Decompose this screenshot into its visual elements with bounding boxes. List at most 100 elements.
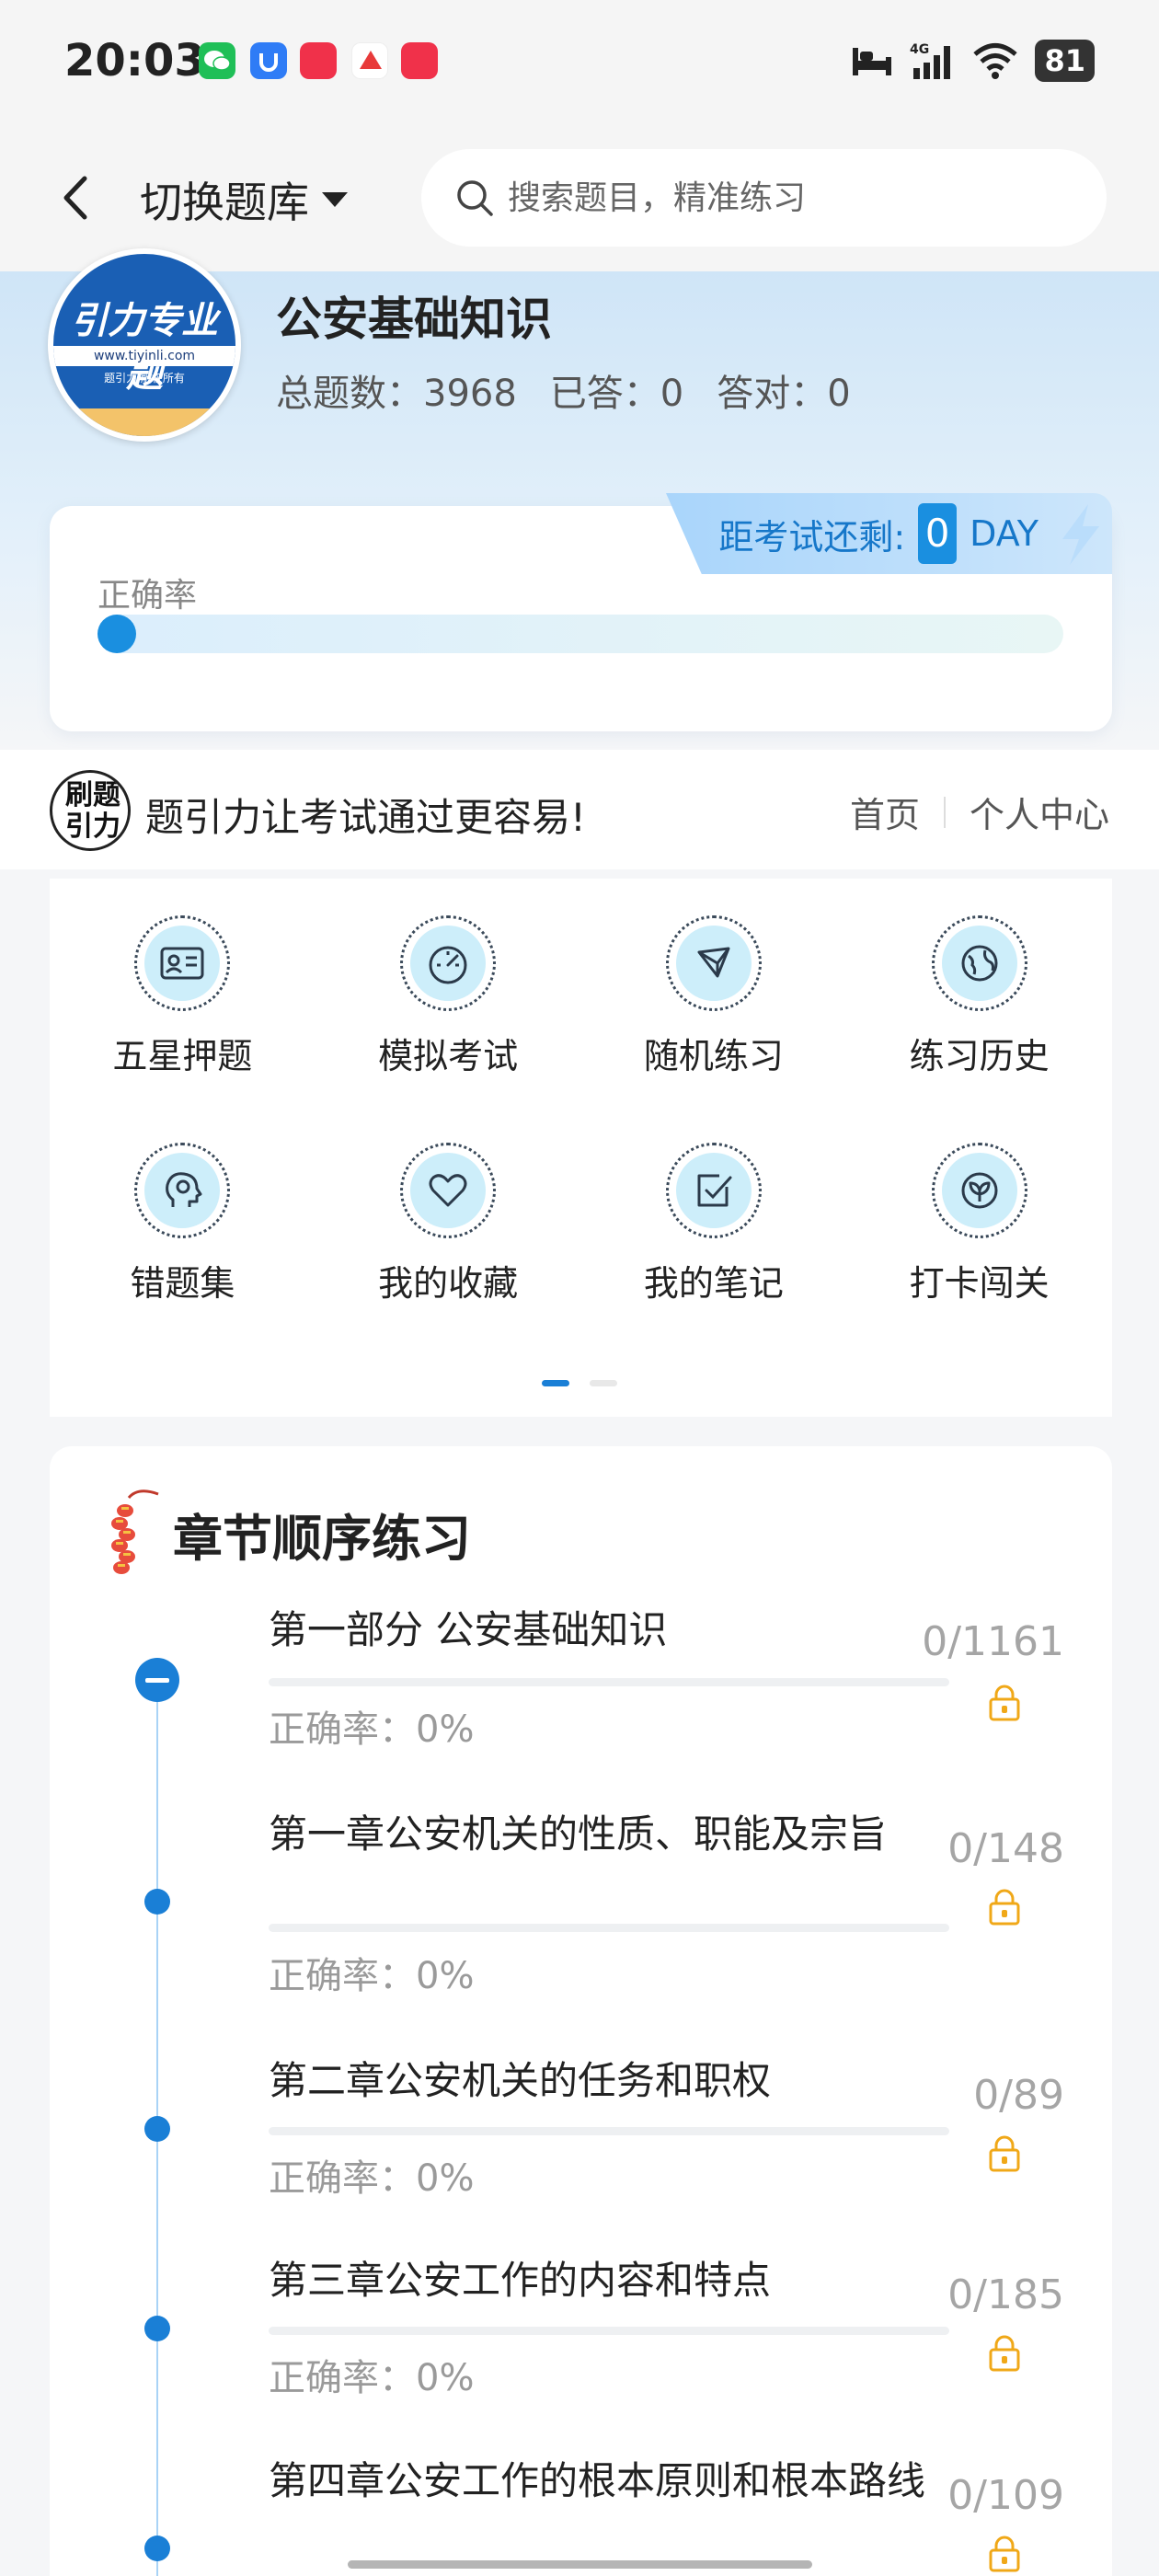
- menu-item-favorites[interactable]: 我的收藏: [316, 1143, 581, 1305]
- globe-icon: [961, 945, 998, 982]
- menu-icon-ring: [400, 915, 497, 1011]
- timeline-node: [144, 2316, 170, 2341]
- switch-bank-label: 切换题库: [140, 178, 309, 227]
- menu-icon-ring: [400, 1143, 497, 1238]
- status-bar: 20:03 4G 81: [0, 0, 1159, 129]
- brand-logo-text: 刷题引力: [65, 779, 120, 843]
- menu-label: 错题集: [130, 1263, 235, 1304]
- brand-logo: 刷题引力: [50, 770, 131, 851]
- svg-text:4G: 4G: [910, 42, 929, 57]
- wifi-icon: [973, 43, 1018, 79]
- head-icon: [166, 1172, 202, 1207]
- back-button[interactable]: [52, 166, 107, 230]
- switch-bank-dropdown[interactable]: 切换题库: [140, 169, 350, 230]
- menu-item-wrong-set[interactable]: 错题集: [50, 1143, 316, 1305]
- menu-label: 打卡闯关: [909, 1263, 1050, 1304]
- firecracker-icon: [111, 1489, 159, 1574]
- bank-logo: 引力专业题 www.tiyinli.com 题引力 版权所有: [48, 248, 241, 442]
- chapter-count: 0/89: [973, 2072, 1064, 2119]
- chapter-count: 0/185: [947, 2271, 1064, 2318]
- brand-slogan: 题引力让考试通过更容易!: [145, 795, 586, 840]
- lock-icon: [989, 1685, 1020, 1721]
- lightning-icon: [1062, 504, 1099, 565]
- total-questions: 总题数：3968: [276, 373, 517, 415]
- answered-count: 已答：0: [549, 373, 684, 415]
- bank-title: 公安基础知识: [276, 293, 552, 346]
- wechat-icon: [199, 42, 235, 79]
- logo-bottom-band: [53, 408, 235, 436]
- chapter-section-title: 章节顺序练习: [173, 1509, 471, 1568]
- chapter-progress-bar: [269, 1924, 949, 1932]
- chapter-count: 0/1161: [922, 1618, 1064, 1665]
- chapter-accuracy: 正确率：0%: [269, 1955, 475, 1997]
- menu-icon-bg: [144, 926, 221, 1001]
- feature-grid: 五星押题 模拟考试 随机练习 练习历史 错题集 我的收藏 我的笔记 打卡闯关: [50, 915, 1112, 1305]
- search-input[interactable]: [508, 178, 1060, 217]
- menu-item-mock-exam[interactable]: 模拟考试: [316, 915, 581, 1078]
- chapter-name: 第二章公安机关的任务和职权: [269, 2058, 772, 2103]
- chapter-accuracy: 正确率：0%: [269, 2157, 475, 2200]
- timeline-node: [144, 2116, 170, 2142]
- chapter-name: 第三章公安工作的内容和特点: [269, 2258, 772, 2303]
- profile-link[interactable]: 个人中心: [970, 787, 1109, 837]
- caret-down-icon: [322, 192, 348, 207]
- menu-icon-bg: [941, 1153, 1017, 1228]
- menu-icon-ring: [134, 915, 231, 1011]
- menu-item-five-star[interactable]: 五星押题: [50, 915, 316, 1078]
- app-shield-icon: [250, 42, 287, 79]
- menu-icon-bg: [941, 926, 1017, 1001]
- menu-label: 我的收藏: [378, 1263, 519, 1304]
- menu-item-history[interactable]: 练习历史: [846, 915, 1112, 1078]
- accuracy-card: 距考试还剩: 0 DAY 正确率: [50, 493, 1112, 731]
- chapter-name: 第一部分 公安基础知识: [269, 1607, 668, 1652]
- xiaohongshu-icon-2: [401, 42, 438, 79]
- chapter-name: 第四章公安工作的根本原则和根本路线: [269, 2458, 926, 2503]
- countdown-days: 0: [918, 503, 958, 564]
- menu-icon-ring: [665, 1143, 762, 1238]
- lock-icon: [989, 1889, 1020, 1926]
- chevron-left-icon: [63, 176, 87, 220]
- menu-pager: [542, 1380, 617, 1386]
- menu-label: 随机练习: [643, 1036, 784, 1076]
- menu-icon-ring: [931, 915, 1027, 1011]
- menu-label: 练习历史: [909, 1036, 1050, 1076]
- timeline-node: [144, 1889, 170, 1915]
- lock-icon: [989, 2135, 1020, 2172]
- brand-banner: 刷题引力 题引力让考试通过更容易! 首页 个人中心: [0, 750, 1159, 869]
- logo-site: www.tiyinli.com: [53, 346, 235, 366]
- feature-menu: 五星押题 模拟考试 随机练习 练习历史 错题集 我的收藏 我的笔记 打卡闯关: [50, 879, 1112, 1417]
- id-card-icon: [160, 947, 204, 980]
- top-nav: 切换题库: [0, 129, 1159, 271]
- menu-icon-bg: [675, 926, 752, 1001]
- menu-icon-bg: [410, 1153, 487, 1228]
- menu-item-random[interactable]: 随机练习: [581, 915, 847, 1078]
- home-indicator[interactable]: [348, 2560, 812, 2569]
- note-check-icon: [697, 1174, 732, 1207]
- menu-item-checkin[interactable]: 打卡闯关: [846, 1143, 1112, 1305]
- pager-dot-active[interactable]: [542, 1380, 569, 1386]
- menu-label: 我的笔记: [643, 1263, 784, 1304]
- lock-icon: [989, 2335, 1020, 2372]
- battery-level: 81: [1035, 40, 1095, 82]
- bed-icon: [853, 48, 892, 75]
- chapter-name: 第一章公安机关的性质、职能及宗旨: [269, 1811, 888, 1857]
- shuffle-icon: [697, 947, 730, 978]
- heart-icon: [429, 1174, 467, 1207]
- chapter-progress-bar: [269, 2327, 949, 2335]
- banner-links: 首页 个人中心: [850, 787, 1109, 837]
- chapter-progress-bar: [269, 2127, 949, 2135]
- menu-icon-bg: [144, 1153, 221, 1228]
- accuracy-progress-track: [98, 615, 1063, 653]
- pager-dot[interactable]: [590, 1380, 617, 1386]
- cellular-signal-icon: 4G: [910, 42, 951, 79]
- collapse-node-icon[interactable]: [135, 1658, 179, 1702]
- lock-icon: [989, 2536, 1020, 2572]
- search-bar[interactable]: [421, 149, 1107, 247]
- accuracy-label: 正确率: [98, 577, 198, 615]
- menu-icon-ring: [134, 1143, 231, 1238]
- timeline-node: [144, 2536, 170, 2561]
- status-time: 20:03: [64, 35, 205, 86]
- home-link[interactable]: 首页: [850, 787, 920, 837]
- menu-item-notes[interactable]: 我的笔记: [581, 1143, 847, 1305]
- countdown-label: 距考试还剩:: [718, 516, 906, 558]
